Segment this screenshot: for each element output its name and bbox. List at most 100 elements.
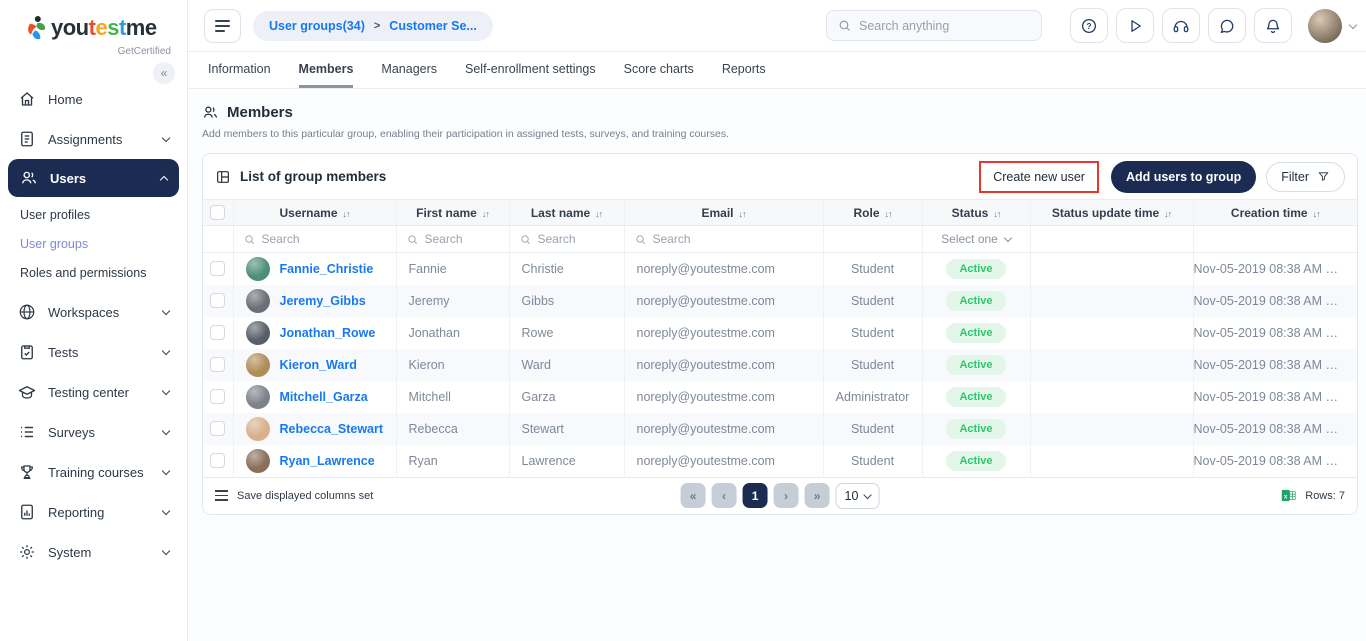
page-size-select[interactable]: 10	[836, 483, 880, 509]
tab-reports[interactable]: Reports	[722, 52, 766, 88]
save-columns-button[interactable]: Save displayed columns set	[215, 490, 373, 502]
username-link[interactable]: Rebecca_Stewart	[280, 422, 384, 436]
username-link[interactable]: Ryan_Lawrence	[280, 454, 375, 468]
help-button[interactable]: ?	[1070, 8, 1108, 43]
breadcrumb-user-groups[interactable]: User groups(34)	[269, 19, 365, 33]
last-name-cell: Rowe	[509, 317, 624, 349]
last-name-cell: Garza	[509, 381, 624, 413]
column-header-role[interactable]: Role↓↑	[823, 200, 922, 226]
row-checkbox[interactable]	[210, 357, 225, 372]
next-page-button[interactable]: ›	[774, 483, 799, 508]
user-avatar[interactable]	[1308, 9, 1342, 43]
row-checkbox[interactable]	[210, 293, 225, 308]
sidebar-subitem-user-profiles[interactable]: User profiles	[0, 200, 187, 229]
search-icon	[407, 234, 418, 245]
sort-icon[interactable]: ↓↑	[1313, 209, 1320, 219]
sort-icon[interactable]: ↓↑	[343, 209, 350, 219]
add-users-to-group-button[interactable]: Add users to group	[1111, 161, 1256, 193]
last-name-cell: Lawrence	[509, 445, 624, 477]
previous-page-button[interactable]: ‹	[712, 483, 737, 508]
members-icon	[202, 104, 219, 121]
first-page-button[interactable]: «	[681, 483, 706, 508]
sidebar-item-home[interactable]: Home	[0, 79, 187, 119]
filter-button[interactable]: Filter	[1266, 162, 1345, 192]
status-cell: Active	[922, 381, 1030, 413]
filter-search-input-first-name[interactable]: Search	[397, 232, 509, 246]
sidebar-subitem-user-groups[interactable]: User groups	[0, 229, 187, 258]
filter-search-input-email[interactable]: Search	[625, 232, 823, 246]
sort-icon[interactable]: ↓↑	[1164, 209, 1171, 219]
column-header-email[interactable]: Email↓↑	[624, 200, 823, 226]
filter-empty	[1030, 226, 1193, 253]
role-cell: Student	[823, 413, 922, 445]
columns-icon	[215, 490, 228, 500]
tab-self-enrollment-settings[interactable]: Self-enrollment settings	[465, 52, 596, 88]
status-filter-select[interactable]: Select one	[923, 232, 1030, 246]
sidebar-item-label: Tests	[48, 345, 151, 360]
filter-search-input-username[interactable]: Search	[234, 232, 396, 246]
username-cell: Kieron_Ward	[233, 349, 396, 381]
row-checkbox[interactable]	[210, 453, 225, 468]
sort-icon[interactable]: ↓↑	[885, 209, 892, 219]
tab-score-charts[interactable]: Score charts	[624, 52, 694, 88]
user-menu[interactable]	[1308, 9, 1356, 43]
menu-toggle-button[interactable]	[204, 9, 241, 43]
support-button[interactable]	[1162, 8, 1200, 43]
last-page-button[interactable]: »	[805, 483, 830, 508]
creation-time-cell: Nov-05-2019 08:38 AM CET	[1193, 349, 1357, 381]
row-checkbox[interactable]	[210, 325, 225, 340]
column-header-status[interactable]: Status↓↑	[922, 200, 1030, 226]
sidebar-item-workspaces[interactable]: Workspaces	[0, 292, 187, 332]
sidebar-item-system[interactable]: System	[0, 532, 187, 572]
chat-button[interactable]	[1208, 8, 1246, 43]
table-row: Jonathan_Rowe JonathanRowenoreply@youtest…	[203, 317, 1357, 349]
row-checkbox[interactable]	[210, 421, 225, 436]
sidebar-item-tests[interactable]: Tests	[0, 332, 187, 372]
column-header-first-name[interactable]: First name↓↑	[396, 200, 509, 226]
sidebar-collapse-button[interactable]: «	[153, 62, 175, 84]
breadcrumb-current-group[interactable]: Customer Se...	[389, 19, 477, 33]
row-checkbox[interactable]	[210, 261, 225, 276]
breadcrumb: User groups(34) > Customer Se...	[253, 11, 493, 41]
excel-export-icon[interactable]: x	[1280, 487, 1297, 504]
sort-icon[interactable]: ↓↑	[595, 209, 602, 219]
members-card: List of group members Create new user Ad…	[202, 153, 1358, 515]
status-badge: Active	[946, 355, 1005, 375]
column-header-status-update-time[interactable]: Status update time↓↑	[1030, 200, 1193, 226]
filter-search-input-last-name[interactable]: Search	[510, 232, 624, 246]
row-select-cell	[203, 285, 233, 317]
current-page-button[interactable]: 1	[743, 483, 768, 508]
tab-information[interactable]: Information	[208, 52, 271, 88]
avatar	[246, 353, 270, 377]
username-link[interactable]: Jonathan_Rowe	[280, 326, 376, 340]
username-link[interactable]: Jeremy_Gibbs	[280, 294, 366, 308]
sidebar-item-surveys[interactable]: Surveys	[0, 412, 187, 452]
first-name-cell: Jonathan	[396, 317, 509, 349]
column-header-username[interactable]: Username↓↑	[233, 200, 396, 226]
row-checkbox[interactable]	[210, 389, 225, 404]
search-input[interactable]	[859, 19, 1030, 33]
username-link[interactable]: Mitchell_Garza	[280, 390, 368, 404]
email-cell: noreply@youtestme.com	[624, 317, 823, 349]
table-footer: Save displayed columns set «‹1›»10 x Row…	[203, 477, 1357, 514]
username-link[interactable]: Kieron_Ward	[280, 358, 357, 372]
select-all-checkbox[interactable]	[210, 205, 225, 220]
create-new-user-button[interactable]: Create new user	[984, 165, 1094, 189]
sidebar-item-reporting[interactable]: Reporting	[0, 492, 187, 532]
sidebar-item-testing-center[interactable]: Testing center	[0, 372, 187, 412]
card-title: List of group members	[240, 169, 386, 184]
column-header-last-name[interactable]: Last name↓↑	[509, 200, 624, 226]
username-link[interactable]: Fannie_Christie	[280, 262, 374, 276]
notifications-button[interactable]	[1254, 8, 1292, 43]
sidebar-subitem-roles-and-permissions[interactable]: Roles and permissions	[0, 258, 187, 287]
tab-members[interactable]: Members	[299, 52, 354, 88]
tutorials-button[interactable]	[1116, 8, 1154, 43]
sidebar-item-training-courses[interactable]: Training courses	[0, 452, 187, 492]
tab-managers[interactable]: Managers	[381, 52, 437, 88]
sidebar-item-users[interactable]: Users	[8, 159, 179, 197]
sort-icon[interactable]: ↓↑	[482, 209, 489, 219]
sort-icon[interactable]: ↓↑	[993, 209, 1000, 219]
sidebar-item-assignments[interactable]: Assignments	[0, 119, 187, 159]
sort-icon[interactable]: ↓↑	[739, 209, 746, 219]
column-header-creation-time[interactable]: Creation time↓↑	[1193, 200, 1357, 226]
